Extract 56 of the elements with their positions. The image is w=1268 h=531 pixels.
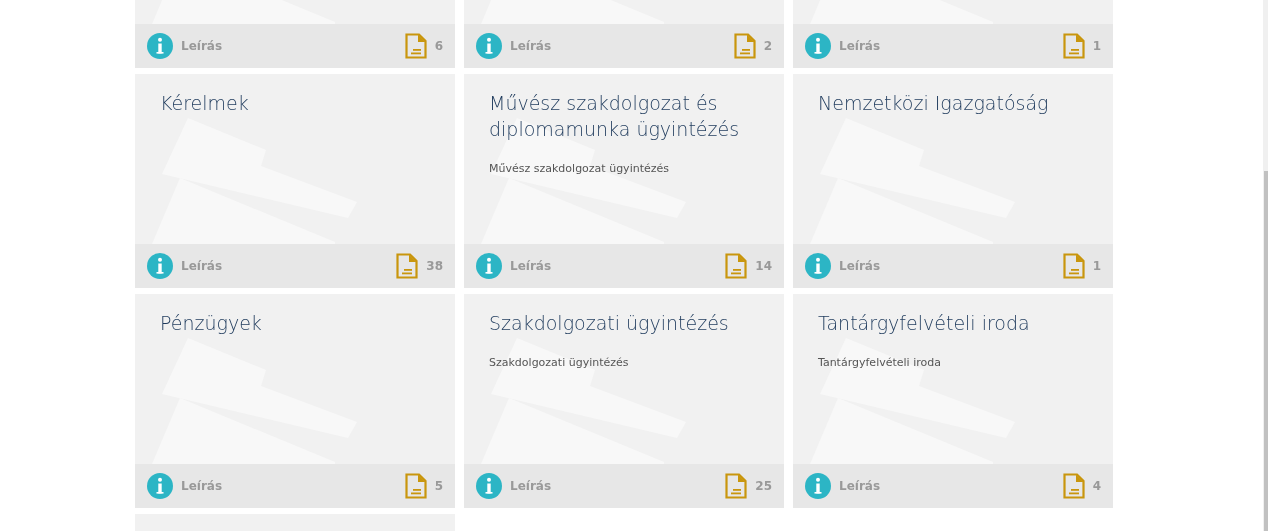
document-count: 4 (1092, 479, 1101, 493)
category-card[interactable]: Művész szakdolgozat és diplomamunka ügyintézés Művész szakdolgozat ügyintézés Leírás 14 (464, 74, 784, 288)
card-title: Művész szakdolgozat és diplomamunka ügyintézés (489, 91, 741, 142)
info-icon[interactable] (805, 33, 831, 59)
description-link[interactable]: Leírás (510, 259, 718, 273)
document-icon (404, 473, 427, 499)
info-icon[interactable] (476, 473, 502, 499)
document-count: 38 (426, 259, 443, 273)
document-count: 14 (755, 259, 772, 273)
category-card[interactable]: Nemzetközi Igazgatóság Leírás 1 (793, 74, 1113, 288)
document-icon (404, 33, 427, 59)
document-icon (396, 253, 419, 279)
card-title: Tantárgyfelvételi iroda (818, 311, 1031, 336)
category-card[interactable]: Szakdolgozati ügyintézés Szakdolgozati ügyintézés Leírás 25 (464, 294, 784, 508)
card-title: Pénzügyek (160, 311, 263, 336)
info-icon[interactable] (147, 473, 173, 499)
card-title: Szakdolgozati ügyintézés (489, 311, 730, 336)
description-link[interactable]: Leírás (839, 479, 1055, 493)
scrollbar[interactable] (1263, 0, 1268, 531)
scrollbar-thumb[interactable] (1264, 171, 1268, 531)
document-count: 5 (434, 479, 443, 493)
category-card[interactable]: Leírás 6 (135, 0, 455, 68)
description-link[interactable]: Leírás (839, 259, 1055, 273)
info-icon[interactable] (147, 33, 173, 59)
document-count: 6 (434, 39, 443, 53)
card-title: Nemzetközi Igazgatóság (818, 91, 1050, 116)
description-link[interactable]: Leírás (181, 259, 389, 273)
category-card[interactable]: Leírás 2 (464, 0, 784, 68)
document-icon (733, 33, 756, 59)
card-description: Művész szakdolgozat ügyintézés (489, 162, 670, 175)
info-icon[interactable] (805, 473, 831, 499)
info-icon[interactable] (147, 253, 173, 279)
description-link[interactable]: Leírás (181, 39, 397, 53)
document-icon (1062, 253, 1085, 279)
category-card[interactable]: Leírás 1 (793, 0, 1113, 68)
description-link[interactable]: Leírás (839, 39, 1055, 53)
document-count: 2 (763, 39, 772, 53)
card-description: Szakdolgozati ügyintézés (489, 356, 630, 369)
description-link[interactable]: Leírás (181, 479, 397, 493)
info-icon[interactable] (805, 253, 831, 279)
document-icon (725, 253, 748, 279)
info-icon[interactable] (476, 253, 502, 279)
document-icon (1062, 33, 1085, 59)
category-card[interactable]: Pénzügyek Leírás 5 (135, 294, 455, 508)
description-link[interactable]: Leírás (510, 479, 718, 493)
document-count: 25 (755, 479, 772, 493)
card-title: Kérelmek (160, 91, 250, 116)
document-icon (725, 473, 748, 499)
card-description: Tantárgyfelvételi iroda (818, 356, 942, 369)
document-count: 1 (1092, 39, 1101, 53)
info-icon[interactable] (476, 33, 502, 59)
category-card[interactable]: Tantárgyfelvételi iroda Tantárgyfelvételi iroda Leírás 4 (793, 294, 1113, 508)
description-link[interactable]: Leírás (510, 39, 726, 53)
category-card[interactable]: Kérelmek Leírás 38 (135, 74, 455, 288)
document-count: 1 (1092, 259, 1101, 273)
document-icon (1062, 473, 1085, 499)
